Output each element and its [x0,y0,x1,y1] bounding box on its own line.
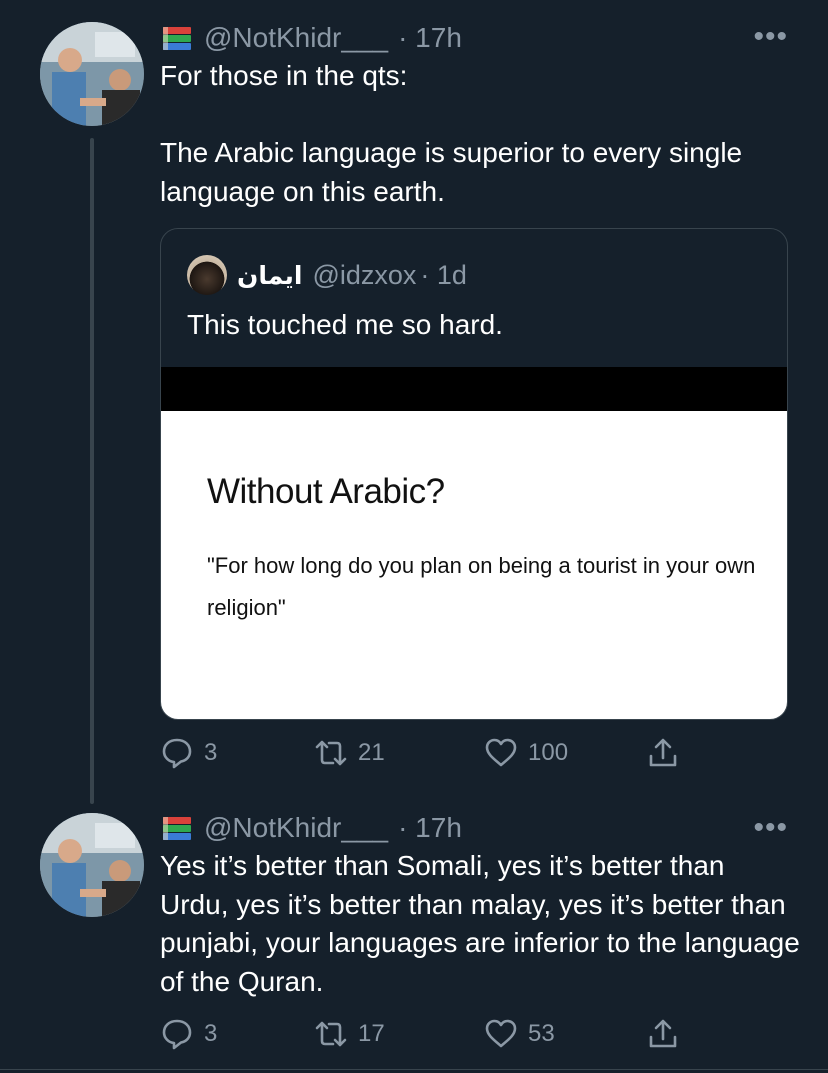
reply-button[interactable]: 3 [160,733,217,773]
avatar [187,255,227,295]
user-handle[interactable]: @NotKhidr___ [204,812,388,844]
reply-count: 3 [204,739,218,766]
avatar[interactable] [40,813,144,917]
quoted-tweet[interactable]: ايمان @idzxox · 1d This touched me so ha… [160,228,788,720]
media-title: Without Arabic? [207,472,445,511]
avatar[interactable] [40,22,144,126]
tweet-text: For those in the qts: The Arabic languag… [160,60,743,207]
like-button[interactable]: 53 [484,1014,555,1054]
retweet-count: 17 [358,1020,385,1047]
avatar-image [40,22,144,126]
reply-count: 3 [204,1020,218,1047]
share-icon [649,738,677,767]
quoted-tweet-time: · 1d [420,259,467,290]
reply-icon [162,738,192,769]
books-emoji-icon [163,27,191,50]
like-icon [485,738,517,767]
quoted-user-name[interactable]: ايمان [237,261,302,290]
tweet-time[interactable]: · 17h [398,22,462,54]
tweet-header: @NotKhidr___ · 17h [160,18,462,58]
more-icon[interactable]: ••• [753,22,788,52]
like-count: 100 [528,739,569,766]
divider [0,1069,828,1070]
quoted-tweet-text: This touched me so hard. [187,309,503,340]
share-icon [649,1019,677,1048]
books-emoji-icon [163,817,191,840]
tweet-1[interactable]: @NotKhidr___ · 17h ••• For those in the … [0,0,828,804]
like-button[interactable]: 100 [484,733,568,773]
thread-line [90,138,94,804]
quoted-tweet-header: ايمان @idzxox · 1d [187,255,467,295]
retweet-button[interactable]: 21 [314,733,385,773]
avatar-image [40,813,144,917]
retweet-count: 21 [358,739,385,766]
share-button[interactable] [646,733,680,773]
retweet-icon [315,740,347,766]
tweet-actions: 3 21 100 [160,733,720,773]
tweet-header: @NotKhidr___ · 17h [160,808,462,848]
tweet-2[interactable]: @NotKhidr___ · 17h ••• Yes it’s better t… [0,800,828,1069]
more-icon[interactable]: ••• [753,813,788,843]
like-icon [485,1019,517,1048]
quoted-tweet-media[interactable]: Without Arabic? "For how long do you pla… [161,367,787,719]
retweet-button[interactable]: 17 [314,1014,385,1054]
tweet-time[interactable]: · 17h [398,812,462,844]
quoted-user-handle[interactable]: @idzxox [312,260,416,291]
tweet-actions: 3 17 53 [160,1014,720,1054]
like-count: 53 [528,1020,555,1047]
share-button[interactable] [646,1014,680,1054]
reply-icon [162,1019,192,1050]
reply-button[interactable]: 3 [160,1014,217,1054]
user-handle[interactable]: @NotKhidr___ [204,22,388,54]
tweet-text: Yes it’s better than Somali, yes it’s be… [160,850,800,997]
media-quote: "For how long do you plan on being a tou… [207,553,756,620]
media-top-bar [161,367,787,411]
retweet-icon [315,1021,347,1047]
